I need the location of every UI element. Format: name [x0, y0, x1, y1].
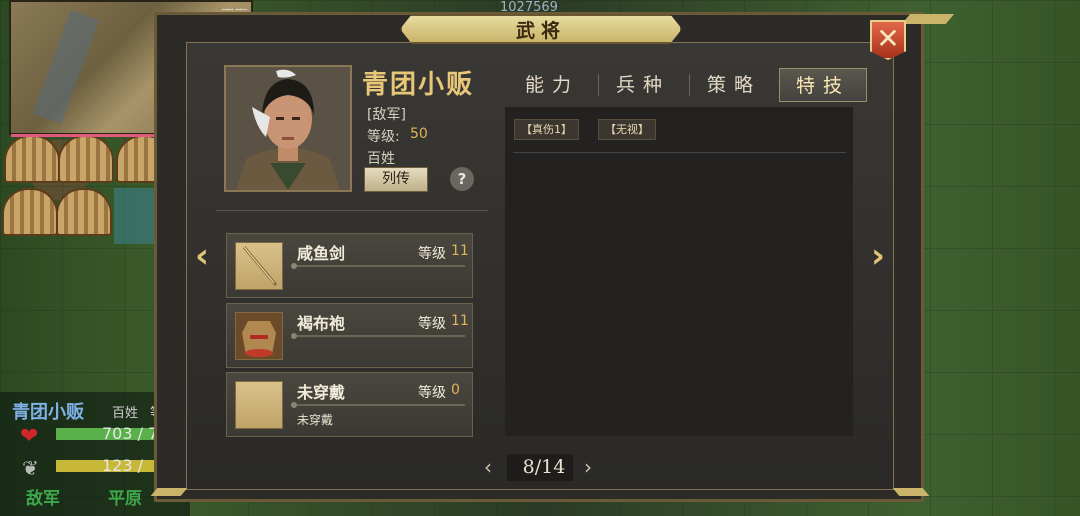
equipment-slot-weapon[interactable]: 咸鱼剑 等级 11 [226, 233, 473, 298]
dialog-title: 武将 [515, 20, 566, 42]
hero-name: 青团小贩 [362, 70, 475, 100]
equipment-level-value: 0 [451, 382, 460, 398]
equipment-progress-track [293, 404, 465, 406]
equipment-progress-track [293, 335, 465, 337]
equipment-progress-marker [291, 333, 297, 339]
equipment-name: 未穿戴 [297, 383, 346, 402]
pager-prev-arrow[interactable]: ‹ [484, 454, 492, 481]
portrait-art [226, 67, 350, 190]
mp-value: 123 / [102, 456, 144, 475]
unit-class: 百姓 [112, 406, 139, 421]
hp-value: 703 / 7 [102, 424, 159, 443]
skill-tag[interactable]: 【真伤1】 [514, 119, 579, 140]
robe-icon [235, 312, 283, 360]
tab-strategy[interactable]: 策略 [690, 68, 778, 102]
unit-terrain: 平原 [108, 489, 142, 509]
hero-class: 百姓 [367, 151, 395, 167]
divider [513, 152, 846, 153]
help-button[interactable]: ? [450, 167, 474, 191]
tent-sprite [58, 135, 114, 183]
equipment-level-label: 等级 [418, 316, 446, 332]
tent-sprite [4, 135, 60, 183]
equipment-slot-accessory[interactable]: 未穿戴 等级 0 未穿戴 [226, 372, 473, 437]
hero-faction: [敌军] [367, 107, 406, 123]
equipment-note: 未穿戴 [297, 413, 334, 427]
hero-portrait [224, 65, 352, 192]
next-general-arrow[interactable]: › [864, 236, 892, 276]
prev-general-arrow[interactable]: ‹ [188, 236, 216, 276]
equipment-slot-armor[interactable]: 褐布袍 等级 11 [226, 303, 473, 368]
empty-slot-icon [235, 381, 283, 429]
tent-sprite [56, 188, 112, 236]
close-icon: ✕ [876, 22, 900, 55]
equipment-level-label: 等级 [418, 246, 446, 262]
unit-faction: 敌军 [26, 489, 60, 509]
corner-ornament [892, 488, 930, 496]
equipment-name: 褐布袍 [297, 314, 346, 333]
equipment-level-value: 11 [451, 243, 469, 259]
skill-tag[interactable]: 【无视】 [598, 119, 656, 140]
minimap-river [33, 10, 99, 124]
equipment-progress-track [293, 265, 465, 267]
corner-ornament [901, 14, 955, 24]
skill-list-panel [505, 107, 853, 436]
pager-next-arrow[interactable]: › [584, 454, 592, 481]
tab-special-skills[interactable]: 特技 [779, 68, 867, 102]
equipment-level-value: 11 [451, 313, 469, 329]
equipment-progress-marker [291, 402, 297, 408]
feather-icon: ❦ [22, 456, 39, 480]
hero-level-value: 50 [410, 126, 428, 142]
heart-icon: ❤ [20, 424, 39, 449]
hero-level-label: 等级: [367, 129, 400, 145]
unit-name: 青团小贩 [12, 402, 84, 423]
sword-icon [235, 242, 283, 290]
equipment-progress-marker [291, 263, 297, 269]
equipment-name: 咸鱼剑 [297, 244, 346, 263]
biography-button[interactable]: 列传 [364, 167, 428, 192]
equipment-level-label: 等级 [418, 385, 446, 401]
pager-indicator: 8/14 [522, 456, 566, 478]
tab-troops[interactable]: 兵种 [599, 68, 687, 102]
divider [216, 210, 488, 211]
tent-sprite [2, 188, 58, 236]
tab-ability[interactable]: 能力 [508, 68, 596, 102]
